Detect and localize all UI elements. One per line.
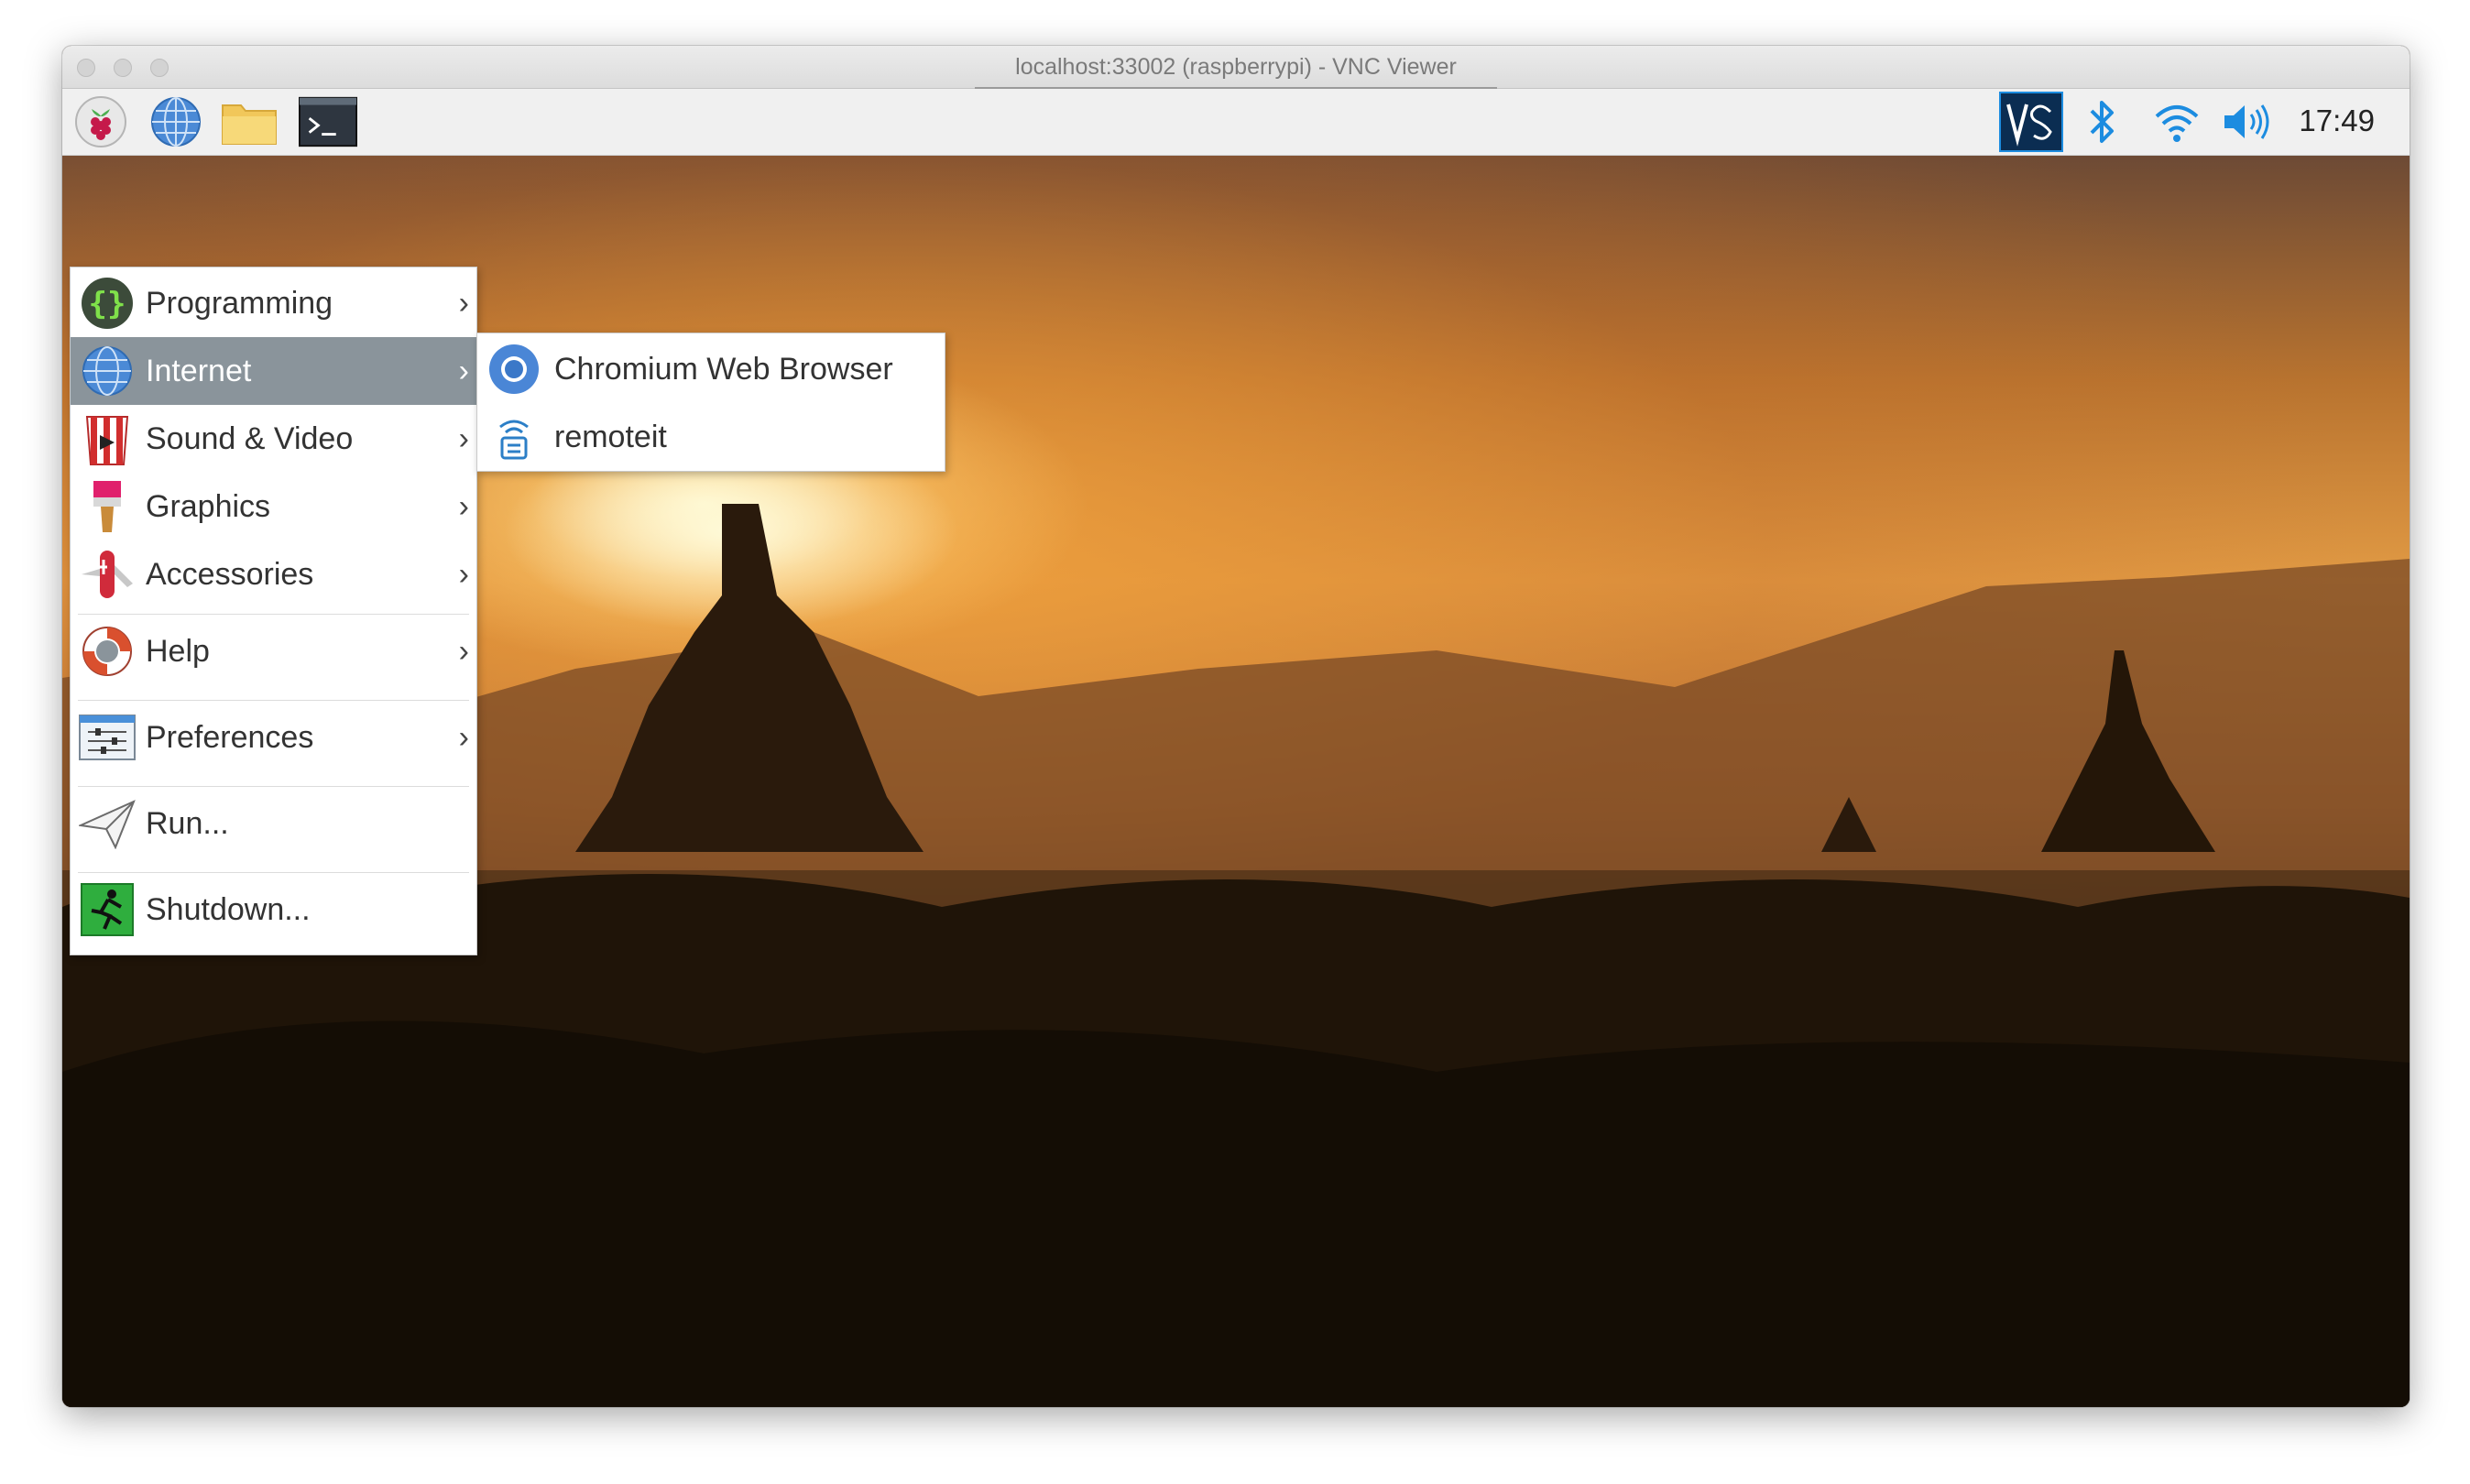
help-lifebuoy-icon xyxy=(78,622,137,681)
menu-item-label: Sound & Video xyxy=(146,420,354,456)
remoteit-icon xyxy=(486,409,541,464)
menu-item-label: Graphics xyxy=(146,488,271,524)
programming-icon: {} xyxy=(78,274,137,333)
main-menu: {} Programming › Internet › Sound & Vide… xyxy=(70,267,477,955)
menu-item-accessories[interactable]: Accessories › xyxy=(71,540,476,608)
menu-item-help[interactable]: Help › xyxy=(71,617,476,685)
submenu-chevron-icon: › xyxy=(458,420,469,456)
menu-item-label: Help xyxy=(146,633,210,669)
desktop-taskbar: 17:49 xyxy=(62,89,2410,156)
menu-item-internet[interactable]: Internet › xyxy=(71,337,476,405)
menu-item-label: Run... xyxy=(146,805,229,841)
menu-item-preferences[interactable]: Preferences › xyxy=(71,704,476,771)
volume-icon[interactable] xyxy=(2217,93,2276,151)
submenu-item-label: remoteit xyxy=(554,419,667,454)
accessories-knife-icon xyxy=(78,545,137,604)
submenu-chevron-icon: › xyxy=(458,353,469,388)
shutdown-exit-icon xyxy=(78,880,137,939)
submenu-item-chromium[interactable]: Chromium Web Browser xyxy=(477,335,945,403)
submenu-chevron-icon: › xyxy=(458,556,469,592)
submenu-item-label: Chromium Web Browser xyxy=(554,351,893,387)
vnc-viewer-window: localhost:33002 (raspberrypi) - VNC View… xyxy=(62,46,2410,1407)
submenu-chevron-icon: › xyxy=(458,719,469,755)
internet-globe-icon xyxy=(78,342,137,400)
vnc-server-icon[interactable] xyxy=(1997,92,2065,152)
sound-video-icon xyxy=(78,409,137,468)
menu-item-label: Programming xyxy=(146,285,333,321)
menu-item-graphics[interactable]: Graphics › xyxy=(71,473,476,540)
run-paper-plane-icon xyxy=(78,794,137,853)
window-titlebar[interactable]: localhost:33002 (raspberrypi) - VNC View… xyxy=(62,46,2410,90)
menu-separator xyxy=(78,700,469,701)
window-title: localhost:33002 (raspberrypi) - VNC View… xyxy=(1015,54,1457,80)
menu-item-programming[interactable]: {} Programming › xyxy=(71,269,476,337)
preferences-icon xyxy=(78,708,137,767)
desktop-wallpaper: {} Programming › Internet › Sound & Vide… xyxy=(62,156,2410,1407)
menu-item-label: Internet xyxy=(146,353,252,388)
menu-separator xyxy=(78,786,469,787)
menu-item-sound-video[interactable]: Sound & Video › xyxy=(71,405,476,473)
terminal-icon[interactable] xyxy=(299,94,357,149)
graphics-brush-icon xyxy=(78,477,137,536)
submenu-chevron-icon: › xyxy=(458,488,469,524)
submenu-chevron-icon: › xyxy=(458,285,469,321)
chromium-icon xyxy=(486,342,541,397)
file-manager-icon[interactable] xyxy=(220,94,279,149)
raspberry-pi-menu-icon[interactable] xyxy=(71,94,130,149)
menu-separator xyxy=(78,614,469,615)
web-browser-icon[interactable] xyxy=(147,94,205,149)
submenu-item-remoteit[interactable]: remoteit xyxy=(477,403,945,471)
menu-separator xyxy=(78,872,469,873)
menu-item-label: Preferences xyxy=(146,719,314,755)
menu-item-run[interactable]: Run... xyxy=(71,790,476,857)
wifi-icon[interactable] xyxy=(2149,93,2204,151)
menu-item-shutdown[interactable]: Shutdown... xyxy=(71,876,476,944)
svg-text:{}: {} xyxy=(89,286,126,322)
taskbar-clock[interactable]: 17:49 xyxy=(2299,104,2375,138)
bluetooth-icon[interactable] xyxy=(2082,93,2122,151)
submenu-chevron-icon: › xyxy=(458,633,469,669)
internet-submenu: Chromium Web Browser remoteit xyxy=(476,333,945,472)
menu-item-label: Shutdown... xyxy=(146,891,311,927)
menu-item-label: Accessories xyxy=(146,556,314,592)
